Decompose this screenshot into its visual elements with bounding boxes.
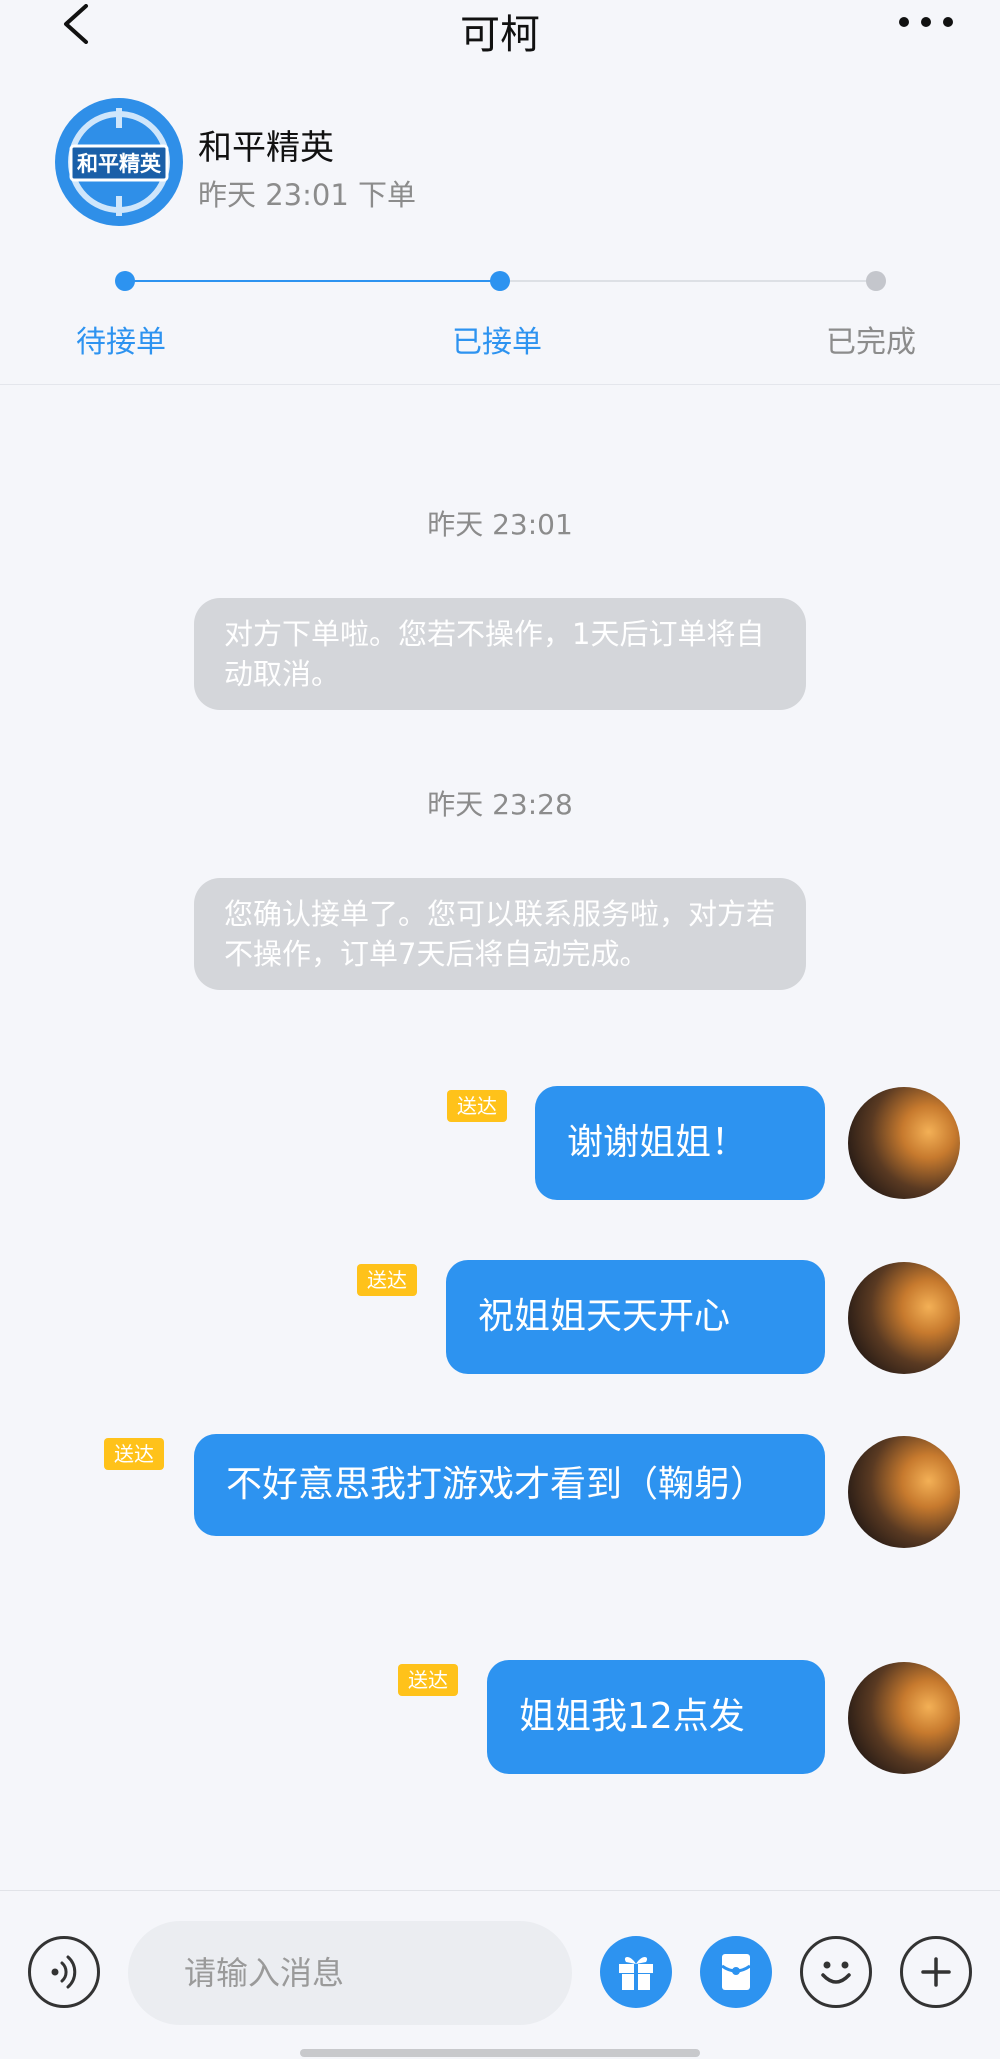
home-indicator bbox=[300, 2049, 700, 2057]
plus-icon bbox=[921, 1957, 951, 1987]
gift-icon bbox=[619, 1957, 653, 1990]
svg-text:和平精英: 和平精英 bbox=[77, 152, 162, 176]
order-card[interactable]: 和平精英 和平精英 昨天 23:01 下单 待接单 已接单 已完成 bbox=[0, 80, 1000, 385]
game-name: 和平精英 bbox=[198, 128, 334, 168]
timestamp: 昨天 23:01 bbox=[427, 508, 573, 541]
emoji-icon bbox=[821, 1961, 851, 1984]
timestamp: 昨天 23:28 bbox=[427, 788, 573, 821]
step-label-pending: 待接单 bbox=[76, 325, 166, 360]
input-bar bbox=[0, 1890, 1000, 2059]
step-dot-3 bbox=[866, 271, 886, 291]
emoji-button[interactable] bbox=[800, 1936, 872, 2008]
delivered-badge: 送达 bbox=[104, 1438, 164, 1470]
step-label-completed: 已完成 bbox=[826, 325, 916, 360]
avatar[interactable] bbox=[848, 1087, 960, 1199]
delivered-badge: 送达 bbox=[447, 1090, 507, 1122]
step-label-accepted: 已接单 bbox=[452, 325, 542, 360]
red-packet-button[interactable] bbox=[700, 1936, 772, 2008]
message-input[interactable] bbox=[128, 1921, 572, 2025]
delivered-badge: 送达 bbox=[357, 1264, 417, 1296]
game-logo-emblem-icon: 和平精英 bbox=[68, 108, 170, 216]
chat-message[interactable]: 谢谢姐姐！ bbox=[535, 1086, 825, 1200]
step-dot-1 bbox=[115, 271, 135, 291]
chat-message[interactable]: 不好意思我打游戏才看到（鞠躬） bbox=[194, 1434, 825, 1536]
voice-icon bbox=[51, 1955, 77, 1989]
page-title: 可柯 bbox=[460, 12, 540, 58]
system-message: 对方下单啦。您若不操作，1天后订单将自动取消。 bbox=[194, 598, 806, 710]
progress-line-pending bbox=[500, 280, 876, 282]
avatar[interactable] bbox=[848, 1436, 960, 1548]
more-actions-button[interactable] bbox=[900, 1936, 972, 2008]
gift-button[interactable] bbox=[600, 1936, 672, 2008]
delivered-badge: 送达 bbox=[398, 1664, 458, 1696]
chat-message[interactable]: 祝姐姐天天开心 bbox=[446, 1260, 825, 1374]
voice-button[interactable] bbox=[28, 1936, 100, 2008]
order-time: 昨天 23:01 下单 bbox=[198, 178, 417, 212]
red-packet-icon bbox=[721, 1954, 751, 1990]
system-message: 您确认接单了。您可以联系服务啦，对方若不操作，订单7天后将自动完成。 bbox=[194, 878, 806, 990]
game-logo: 和平精英 bbox=[55, 98, 183, 226]
avatar[interactable] bbox=[848, 1662, 960, 1774]
top-bar: 可柯 bbox=[0, 0, 1000, 80]
avatar[interactable] bbox=[848, 1262, 960, 1374]
chat-message[interactable]: 姐姐我12点发 bbox=[487, 1660, 825, 1774]
progress-line-active bbox=[124, 280, 500, 282]
more-icon[interactable] bbox=[896, 12, 956, 32]
step-dot-2 bbox=[490, 271, 510, 291]
